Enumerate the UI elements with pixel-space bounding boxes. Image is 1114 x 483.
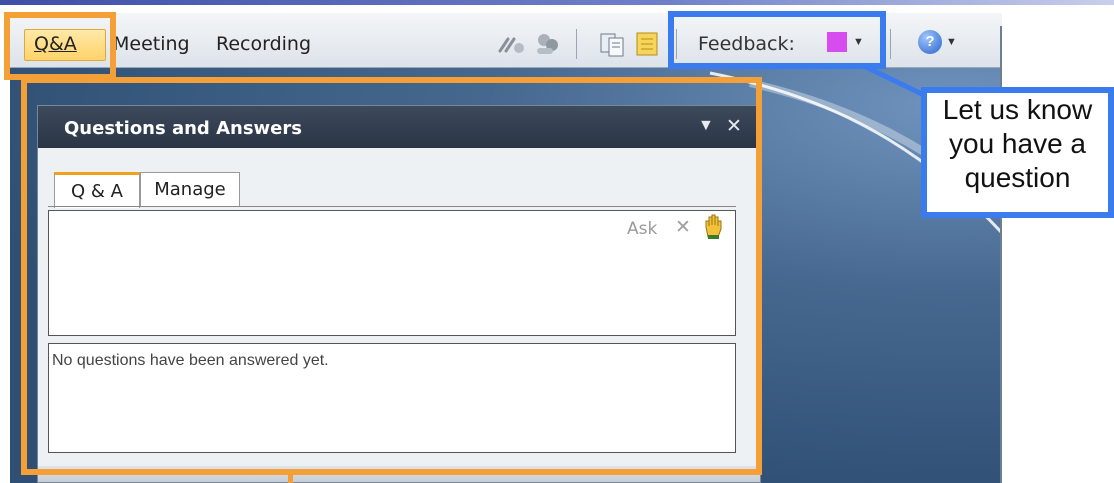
window-top-strip — [0, 0, 1114, 5]
callout-box: Let us know you have a question — [921, 87, 1114, 218]
chevron-down-icon[interactable]: ▼ — [946, 36, 957, 48]
help-icon[interactable]: ? — [918, 30, 942, 54]
feedback-highlight-box — [668, 11, 886, 69]
callout-line-2: you have a — [949, 128, 1086, 159]
copy-document-icon[interactable] — [598, 31, 628, 57]
panel-highlight-box — [21, 77, 762, 475]
toolbar-separator — [576, 29, 577, 59]
toolbar-separator — [890, 29, 891, 59]
recording-menu[interactable]: Recording — [216, 33, 311, 55]
notes-icon[interactable] — [632, 31, 662, 57]
callout-line-1: Let us know — [942, 94, 1093, 125]
link-icon[interactable] — [496, 31, 526, 57]
meeting-menu[interactable]: Meeting — [113, 33, 190, 55]
highlight-pointer — [288, 474, 293, 483]
qa-highlight-box — [4, 12, 116, 80]
callout-line-3: question — [964, 162, 1071, 193]
people-icon[interactable] — [532, 31, 562, 57]
